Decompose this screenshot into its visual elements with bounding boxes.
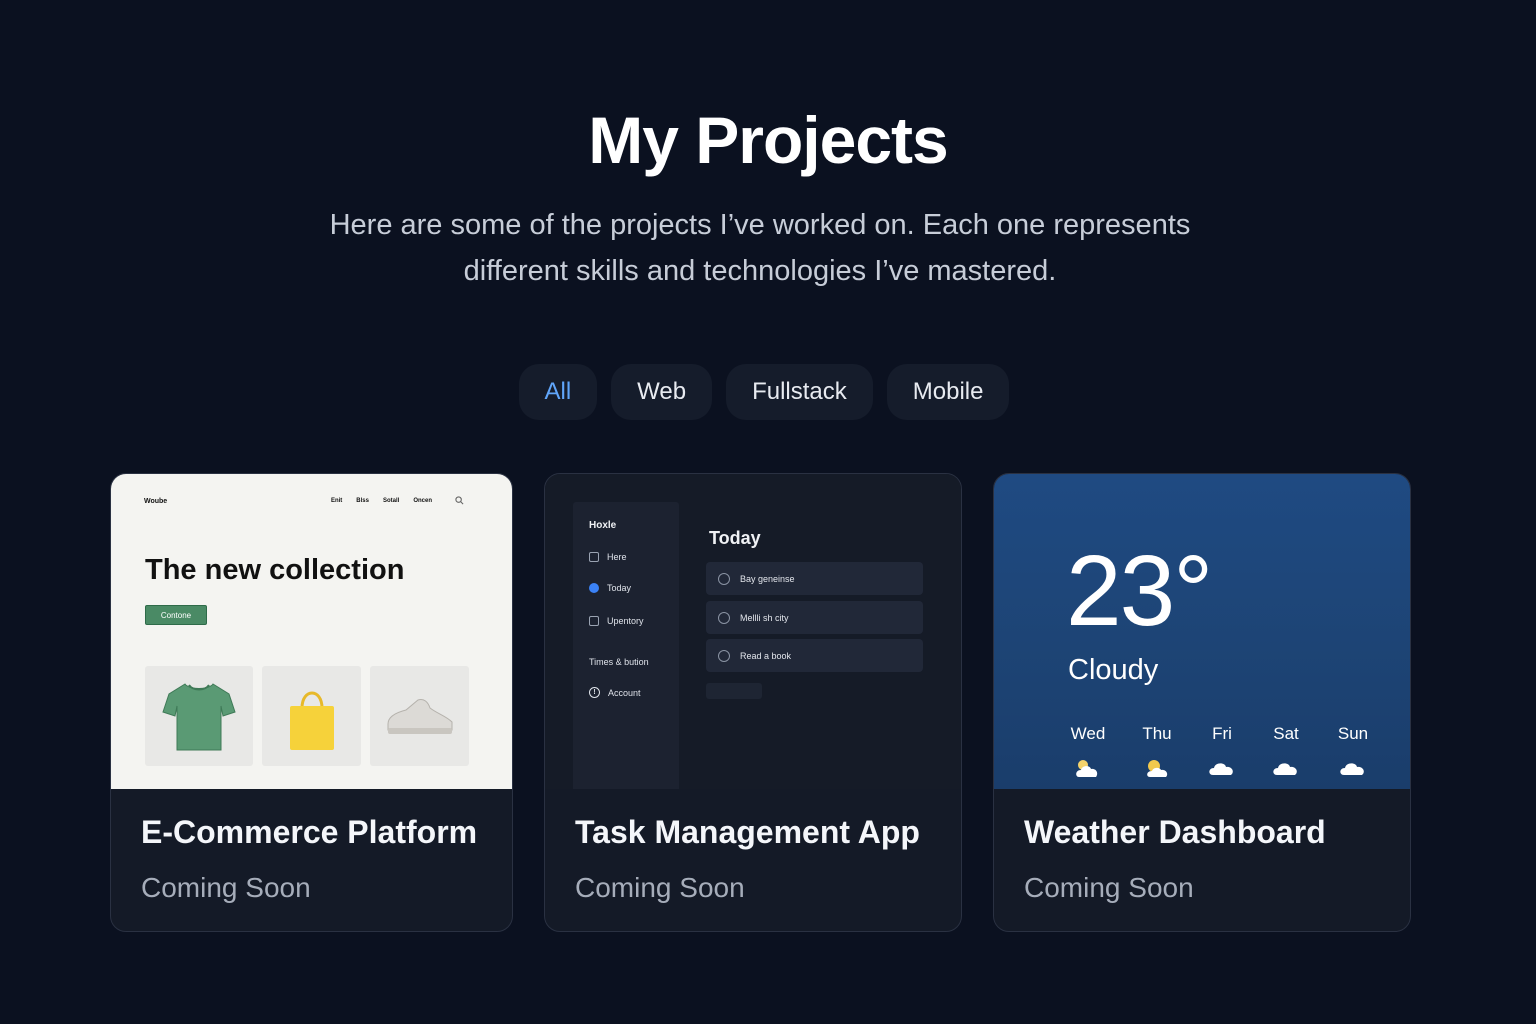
task-app-preview: Hoxle Here Today Upentory Times & bution…: [545, 474, 961, 789]
preview-heading: Today: [709, 528, 761, 548]
cloud-icon: [1192, 757, 1252, 784]
partly-cloudy-icon: [1058, 757, 1118, 784]
sidebar-item-label: Account: [608, 687, 641, 698]
preview-temperature: 23°: [1066, 535, 1213, 647]
preview-nav-item: Sotall: [382, 498, 400, 504]
project-title: E-Commerce Platform: [141, 814, 478, 850]
subtitle-line-2: different skills and technologies I’ve m…: [463, 255, 1057, 287]
project-card-task-app[interactable]: Hoxle Here Today Upentory Times & bution…: [544, 473, 962, 932]
preview-sidebar-item: Upentory: [589, 616, 644, 626]
ecommerce-preview: Woube Enit Blss Sotall Oncen The new col…: [111, 474, 512, 789]
project-card-weather[interactable]: 23° Cloudy Wed Thu Fri Sat Sun Weather D…: [993, 473, 1411, 932]
search-icon: [455, 496, 464, 507]
t-shirt-icon: [145, 666, 253, 766]
project-status: Coming Soon: [575, 872, 745, 903]
forecast-day: Sat: [1273, 724, 1299, 743]
preview-nav-item: Blss: [356, 498, 369, 504]
circle-icon: [718, 611, 730, 624]
task-label: Mellli sh city: [740, 612, 789, 623]
task-label: Read a book: [740, 650, 792, 661]
filter-all[interactable]: All: [518, 364, 598, 420]
filter-web[interactable]: Web: [611, 364, 713, 420]
preview-nav: Enit Blss Sotall Oncen: [331, 498, 432, 504]
selected-dot-icon: [589, 583, 599, 593]
preview-brand: Hoxle: [589, 520, 617, 531]
cloud-icon: [1323, 757, 1383, 784]
filter-tabs: All Web Fullstack Mobile: [0, 364, 1536, 420]
preview-placeholder: [706, 683, 762, 699]
cloud-icon: [1256, 757, 1316, 784]
preview-sidebar-section: Times & bution: [589, 657, 649, 667]
project-status: Coming Soon: [1024, 872, 1194, 903]
sun-cloud-icon: [1127, 757, 1187, 784]
preview-logo: Woube: [144, 498, 168, 505]
sneaker-icon: [370, 666, 469, 766]
tote-bag-icon: [262, 666, 361, 766]
project-title: Weather Dashboard: [1024, 814, 1326, 850]
sidebar-item-label: Here: [607, 552, 627, 562]
preview-sidebar: Hoxle Here Today Upentory Times & bution…: [573, 502, 679, 789]
checkbox-icon: [589, 616, 599, 626]
circle-icon: [718, 649, 730, 662]
circle-icon: [718, 572, 730, 585]
forecast-day: Sun: [1337, 724, 1369, 743]
sidebar-item-label: Upentory: [607, 616, 644, 626]
preview-nav-item: Enit: [330, 498, 343, 504]
preview-condition: Cloudy: [1068, 654, 1159, 686]
preview-nav-item: Oncen: [413, 498, 432, 504]
page-title: My Projects: [588, 103, 948, 177]
preview-hero-heading: The new collection: [145, 554, 405, 586]
forecast-day: Wed: [1070, 724, 1106, 743]
preview-sidebar-item: Today: [589, 583, 631, 593]
preview-sidebar-item: ! Account: [589, 687, 641, 698]
preview-task-row: Mellli sh city: [706, 601, 923, 634]
checkbox-icon: [589, 552, 599, 562]
preview-task-row: Bay geneinse: [706, 562, 923, 595]
subtitle-line-1: Here are some of the projects I’ve worke…: [329, 209, 1191, 241]
sidebar-item-label: Today: [607, 583, 632, 593]
filter-mobile[interactable]: Mobile: [886, 364, 1010, 420]
project-card-ecommerce[interactable]: Woube Enit Blss Sotall Oncen The new col…: [110, 473, 513, 932]
preview-cta-button: Contone: [145, 605, 207, 625]
task-label: Bay geneinse: [740, 573, 795, 584]
filter-fullstack[interactable]: Fullstack: [726, 364, 873, 420]
page-subtitle: Here are some of the projects I’ve worke…: [280, 202, 1240, 294]
preview-sidebar-item: Here: [589, 552, 627, 562]
alert-icon: !: [589, 687, 600, 698]
project-title: Task Management App: [575, 814, 920, 850]
forecast-day: Fri: [1212, 724, 1232, 743]
project-status: Coming Soon: [141, 872, 311, 903]
forecast-day: Thu: [1142, 724, 1172, 743]
weather-preview: 23° Cloudy Wed Thu Fri Sat Sun: [994, 474, 1410, 789]
preview-task-row: Read a book: [706, 639, 923, 672]
